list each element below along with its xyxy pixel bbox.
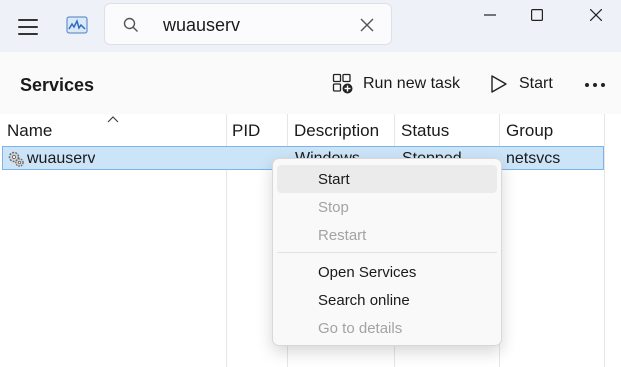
more-options-button[interactable] [580,70,610,100]
close-icon[interactable] [359,17,375,33]
cell-name: wuauserv [27,150,96,167]
menu-item-go-to-details[interactable]: Go to details [277,314,497,342]
menu-item-stop[interactable]: Stop [277,193,497,221]
start-label: Start [519,75,553,92]
close-window-icon [590,9,602,21]
sort-ascending-icon [107,116,119,123]
search-box[interactable] [104,3,392,45]
column-header-description[interactable]: Description [294,121,379,141]
menu-item-start[interactable]: Start [277,165,497,193]
run-new-task-label: Run new task [363,75,460,92]
search-input[interactable] [163,13,353,37]
run-new-task-icon [332,73,353,94]
menu-item-label: Restart [318,227,367,244]
maximize-icon [531,9,543,21]
menu-item-label: Start [318,171,350,188]
search-icon [123,17,138,32]
service-gear-icon [8,151,24,167]
column-header-group[interactable]: Group [506,121,553,141]
menu-item-label: Stop [318,199,349,216]
minimize-button[interactable] [467,0,513,32]
play-icon [491,75,507,93]
task-manager-icon [66,16,88,34]
menu-item-search-online[interactable]: Search online [277,286,497,314]
menu-item-open-services[interactable]: Open Services [277,258,497,286]
menu-item-label: Search online [318,292,410,309]
table-header: Name PID Description Status Group [0,114,621,144]
page-title: Services [20,75,95,95]
menu-separator [277,252,497,253]
run-new-task-button[interactable]: Run new task [332,70,460,100]
menu-item-restart[interactable]: Restart [277,221,497,249]
column-header-pid[interactable]: PID [232,121,260,141]
column-divider [604,114,605,367]
title-bar [0,0,621,52]
menu-item-label: Open Services [318,264,417,281]
command-bar: Services Run new task Start [0,52,621,114]
column-header-name[interactable]: Name [7,121,52,141]
minimize-icon [484,14,496,16]
menu-item-label: Go to details [318,320,403,337]
context-menu: Start Stop Restart Open Services Search … [272,158,502,346]
maximize-button[interactable] [514,0,560,32]
column-header-status[interactable]: Status [401,121,449,141]
start-button[interactable]: Start [489,70,554,100]
cell-group: netsvcs [506,150,561,167]
menu-icon[interactable] [18,19,38,35]
more-icon [585,83,605,87]
close-button[interactable] [573,0,619,32]
